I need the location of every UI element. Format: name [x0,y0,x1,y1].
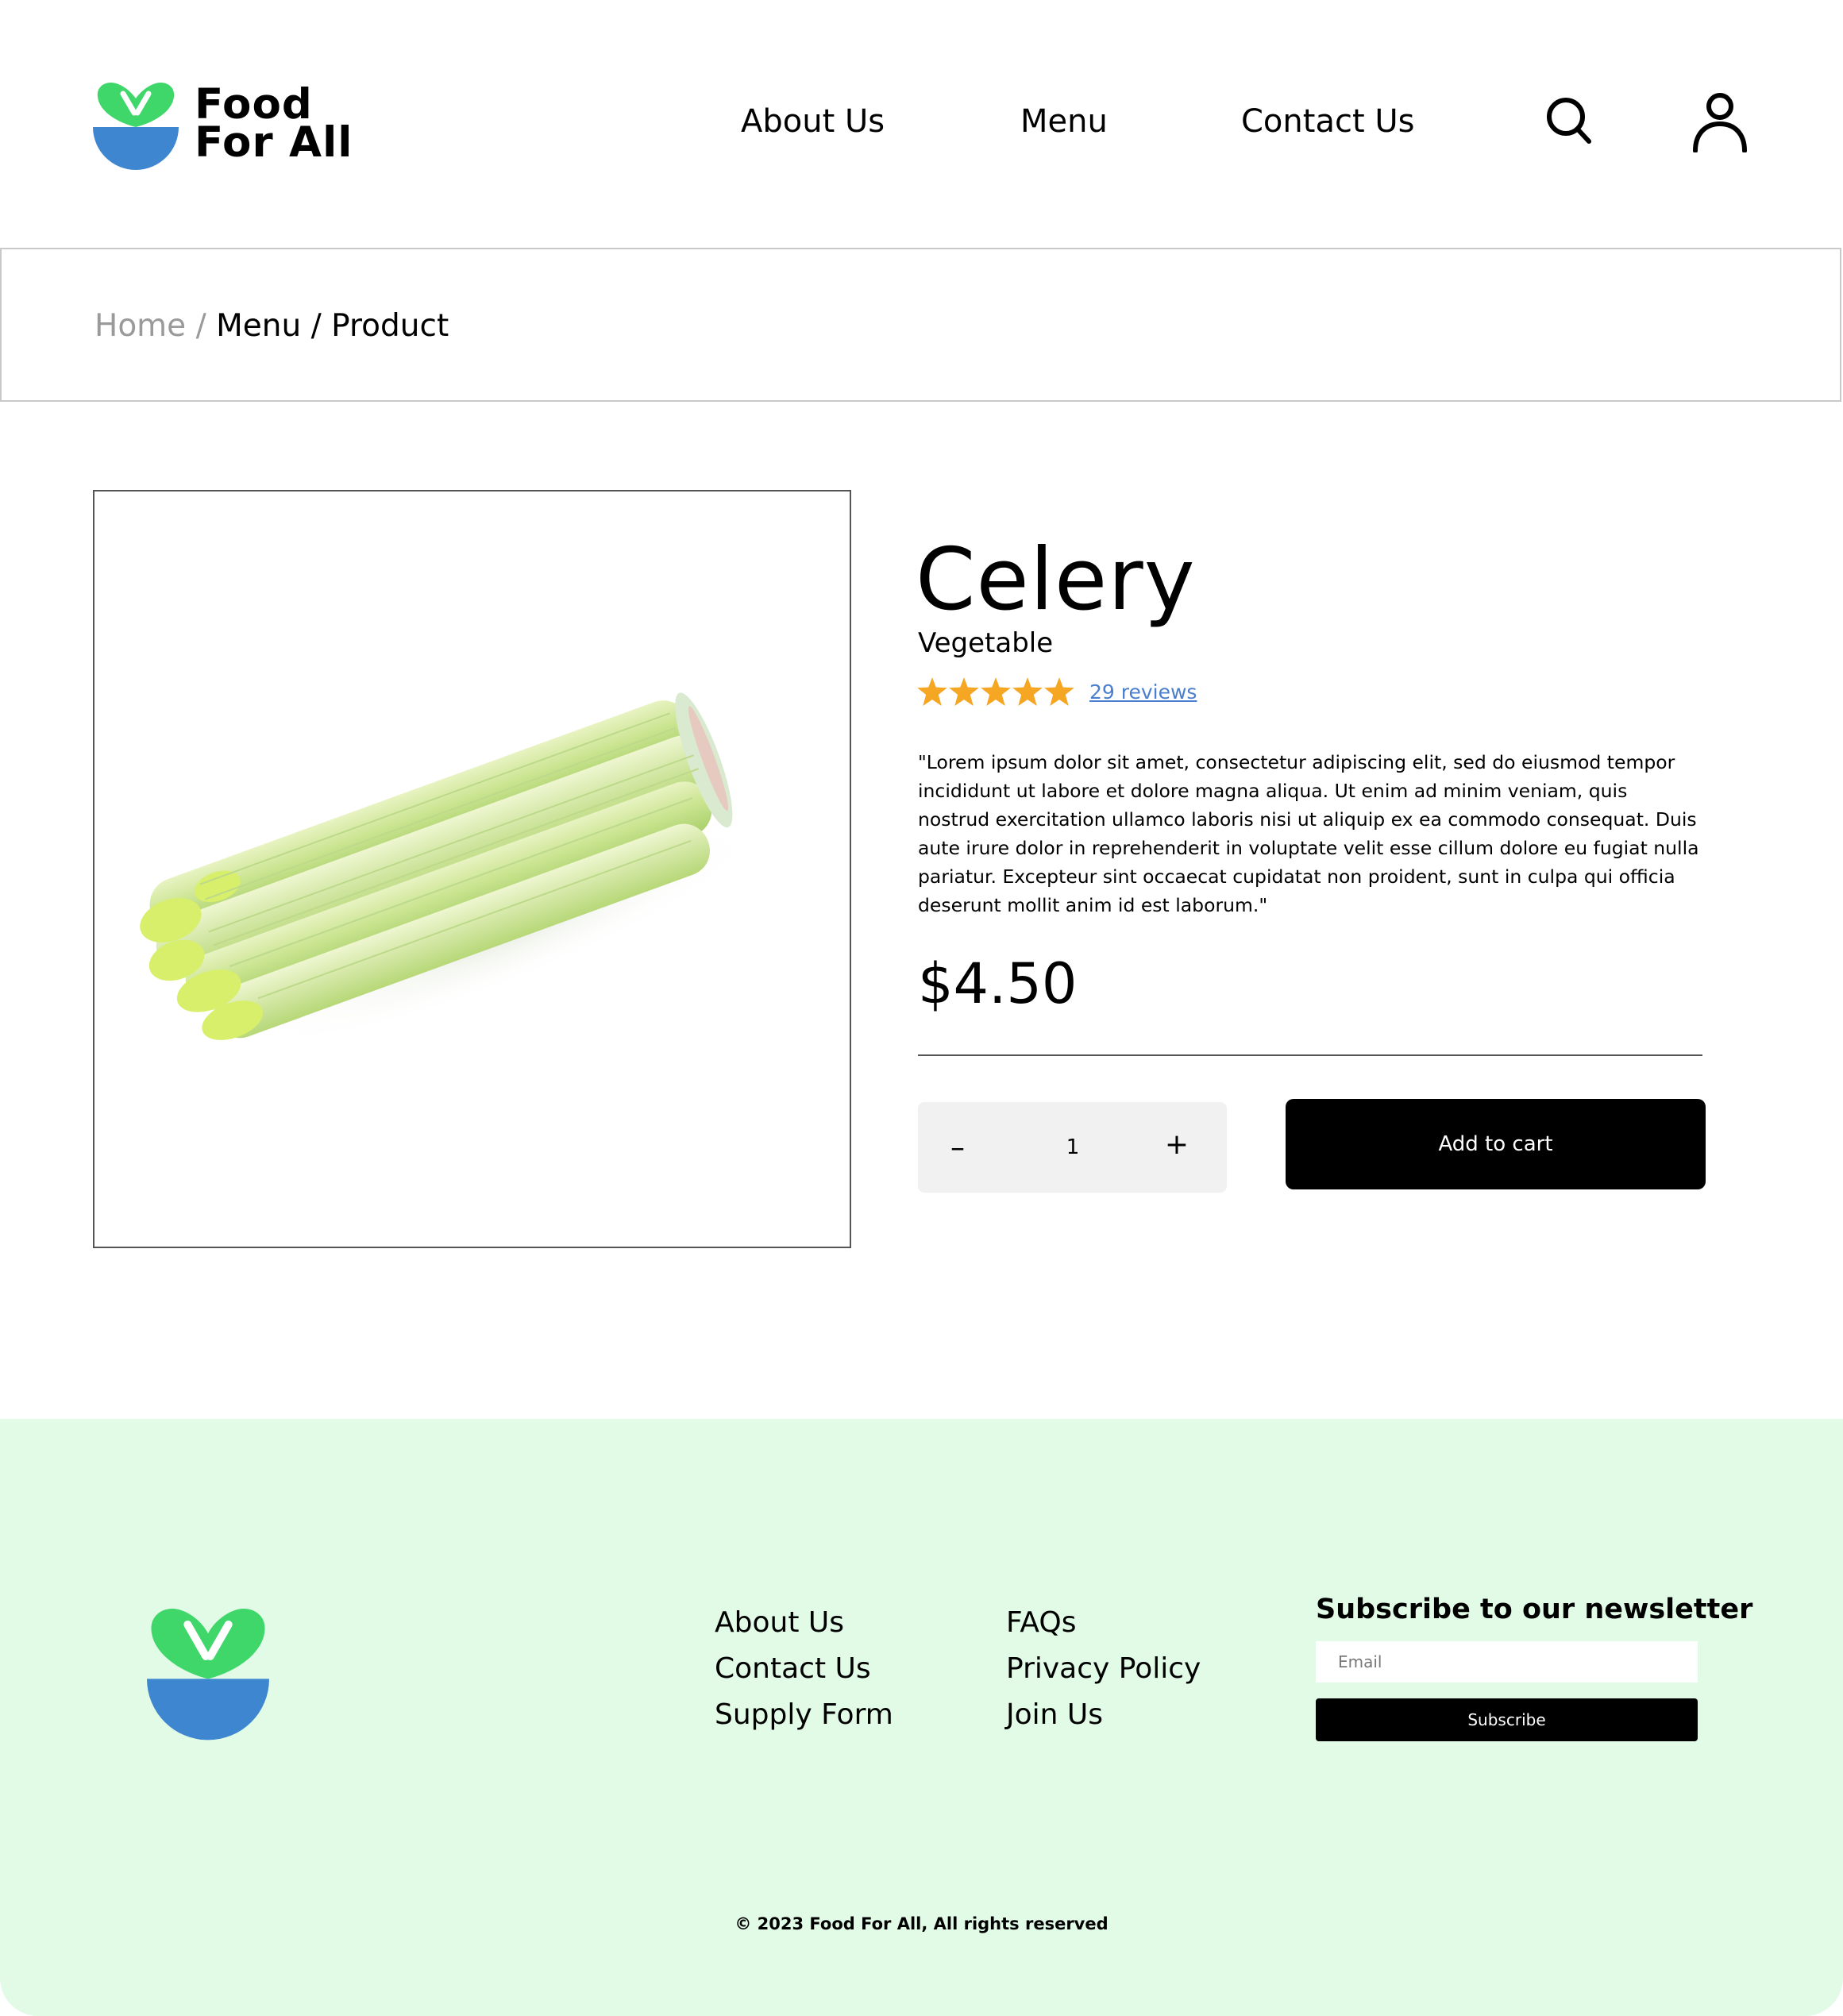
footer-link-privacy-policy[interactable]: Privacy Policy [1006,1652,1201,1685]
copyright-text: © 2023 Food For All, All rights reserved [735,1914,1108,1933]
footer-link-join-us[interactable]: Join Us [1006,1698,1103,1731]
product-image-frame [93,490,851,1248]
product-name: Celery [916,530,1196,630]
breadcrumb-separator: / [195,308,206,344]
star-icon [917,677,947,706]
product-category: Vegetable [918,627,1054,659]
account-button[interactable] [1691,92,1749,156]
nav-menu[interactable]: Menu [1020,103,1108,140]
nav-about-us[interactable]: About Us [741,103,885,140]
newsletter-email-input[interactable] [1316,1641,1698,1683]
footer-link-supply-form[interactable]: Supply Form [715,1698,893,1731]
add-to-cart-button[interactable]: Add to cart [1286,1099,1706,1189]
celery-image [140,692,773,1052]
breadcrumb-home[interactable]: Home [94,308,186,344]
breadcrumb-current: Product [331,308,449,344]
subscribe-button[interactable]: Subscribe [1316,1698,1698,1741]
breadcrumb: Home / Menu / Product [94,308,449,344]
quantity-decrement-button[interactable]: – [918,1102,997,1193]
search-button[interactable] [1545,95,1593,149]
star-icon [1012,677,1043,706]
search-icon [1547,98,1591,144]
breadcrumb-separator: / [310,308,322,344]
brand-name-line2: For All [195,118,353,167]
logo-link[interactable] [93,81,179,176]
footer-link-about-us[interactable]: About Us [715,1606,844,1639]
newsletter-title: Subscribe to our newsletter [1316,1594,1753,1625]
product-price: $4.50 [918,951,1078,1016]
footer-logo [147,1606,269,1744]
bowl-leaf-logo-icon [147,1609,269,1740]
reviews-link[interactable]: 29 reviews [1089,680,1197,703]
site-footer: About Us Contact Us Supply Form FAQs Pri… [0,1419,1843,2016]
user-icon [1693,93,1747,153]
quantity-value[interactable]: 1 [1029,1102,1116,1193]
breadcrumb-menu[interactable]: Menu [216,308,301,344]
breadcrumb-bar: Home / Menu / Product [0,248,1841,402]
star-icon [949,677,979,706]
bowl-leaf-logo-icon [93,82,179,170]
star-icon [1044,677,1074,706]
quantity-increment-button[interactable]: + [1137,1099,1216,1189]
footer-link-contact-us[interactable]: Contact Us [715,1652,871,1685]
site-header: Food For All About Us Menu Contact Us [0,0,1843,248]
footer-link-faqs[interactable]: FAQs [1006,1606,1077,1639]
quantity-stepper: – 1 + [918,1102,1227,1193]
nav-contact-us[interactable]: Contact Us [1241,103,1414,140]
price-divider [918,1054,1702,1056]
star-icon [981,677,1011,706]
product-description: "Lorem ipsum dolor sit amet, consectetur… [918,751,1699,916]
rating-stars [917,677,1074,706]
brand-name: Food For All [195,83,353,167]
